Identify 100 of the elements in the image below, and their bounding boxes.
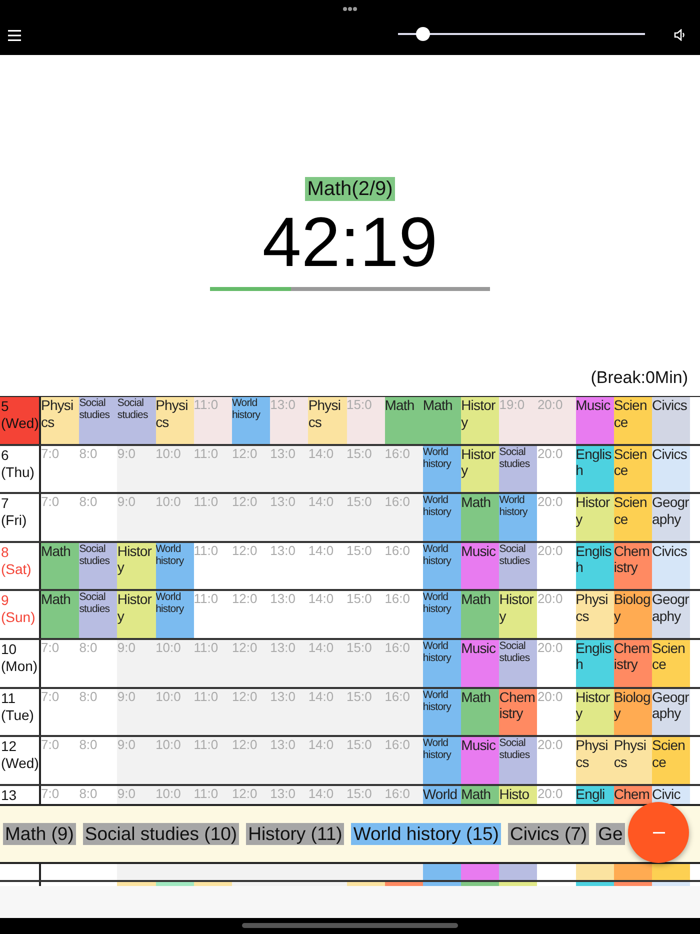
- subject-cell[interactable]: World history: [156, 542, 194, 590]
- subject-cell[interactable]: Physics: [156, 397, 194, 444]
- subject-cell[interactable]: [614, 864, 652, 880]
- subject-cell[interactable]: History: [576, 688, 614, 736]
- subject-cell[interactable]: Math: [461, 786, 500, 804]
- subject-cell[interactable]: World history: [156, 591, 194, 638]
- time-slot-cell[interactable]: 10:0: [156, 640, 194, 687]
- subject-cell[interactable]: Science: [652, 737, 690, 784]
- time-slot-cell[interactable]: 9:0: [117, 640, 156, 687]
- time-slot-cell[interactable]: 15:0: [346, 446, 385, 492]
- time-slot-cell[interactable]: 14:0: [308, 446, 346, 492]
- time-slot-cell[interactable]: 16:0: [384, 786, 423, 804]
- subject-cell[interactable]: Geography: [652, 494, 690, 541]
- subject-cell[interactable]: Chemistry: [499, 688, 538, 736]
- time-slot-cell[interactable]: 15:0: [346, 688, 385, 736]
- subject-cell[interactable]: Math: [384, 397, 423, 444]
- subject-cell[interactable]: History: [499, 591, 538, 638]
- time-slot-cell[interactable]: 12:0: [232, 688, 270, 736]
- subject-cell[interactable]: World history: [232, 397, 270, 444]
- subject-chip[interactable]: Social studies (10): [82, 823, 240, 845]
- time-slot-cell[interactable]: 10:0: [156, 688, 194, 736]
- subject-cell[interactable]: Civic: [652, 786, 690, 804]
- subject-cell[interactable]: Chemistry: [614, 542, 652, 590]
- subject-cell[interactable]: Civics: [652, 542, 690, 590]
- subject-cell[interactable]: Math: [461, 688, 500, 736]
- time-slot-cell[interactable]: 9:0: [117, 688, 156, 736]
- time-slot-cell[interactable]: 20:0: [537, 397, 576, 444]
- subject-cell[interactable]: History: [117, 591, 156, 638]
- subject-cell[interactable]: History: [117, 542, 156, 590]
- time-slot-cell[interactable]: 12:0: [232, 494, 270, 541]
- subject-cell[interactable]: Geography: [652, 688, 690, 736]
- time-slot-cell[interactable]: 16:0: [384, 688, 423, 736]
- subject-cell[interactable]: Physics: [308, 397, 346, 444]
- subject-cell[interactable]: World history: [422, 591, 462, 638]
- subject-cell[interactable]: Social studies: [499, 737, 538, 784]
- time-slot-cell[interactable]: 15:0: [346, 397, 385, 444]
- time-slot-cell[interactable]: 12:0: [232, 737, 270, 784]
- time-slot-cell[interactable]: 13:0: [270, 688, 308, 736]
- subject-cell[interactable]: World history: [422, 446, 462, 492]
- subject-cell[interactable]: English: [576, 640, 614, 687]
- time-slot-cell[interactable]: 16:0: [384, 737, 423, 784]
- time-slot-cell[interactable]: 11:0: [194, 494, 232, 541]
- subject-cell[interactable]: [422, 864, 462, 880]
- subject-chip[interactable]: Civics (7): [508, 823, 590, 845]
- time-slot-cell[interactable]: 11:0: [194, 737, 232, 784]
- subject-cell[interactable]: Math: [41, 542, 80, 590]
- subject-cell[interactable]: Physics: [576, 737, 614, 784]
- time-slot-cell[interactable]: 11:0: [194, 786, 232, 804]
- time-slot-cell[interactable]: 15:0: [346, 786, 385, 804]
- subject-cell[interactable]: Biology: [614, 688, 652, 736]
- slider-thumb[interactable]: [416, 27, 430, 41]
- time-slot-cell[interactable]: 13:0: [270, 640, 308, 687]
- subject-cell[interactable]: English: [576, 446, 614, 492]
- subject-cell[interactable]: World history: [422, 640, 462, 687]
- time-slot-cell[interactable]: 13:0: [270, 737, 308, 784]
- subject-cell[interactable]: [499, 864, 538, 880]
- subject-cell[interactable]: History: [461, 397, 500, 444]
- time-slot-cell[interactable]: 12:0: [232, 786, 270, 804]
- subject-cell[interactable]: Social studies: [117, 397, 156, 444]
- time-slot-cell[interactable]: 10:0: [156, 446, 194, 492]
- time-slot-cell[interactable]: 15:0: [346, 737, 385, 784]
- time-slot-cell[interactable]: 14:0: [308, 494, 346, 541]
- subject-cell[interactable]: Science: [652, 640, 690, 687]
- subject-cell[interactable]: Music: [461, 542, 500, 590]
- subject-cell[interactable]: Music: [576, 397, 614, 444]
- subject-cell[interactable]: Science: [614, 397, 652, 444]
- time-slot-cell[interactable]: 15:0: [346, 494, 385, 541]
- subject-cell[interactable]: Social studies: [499, 446, 538, 492]
- subject-cell[interactable]: Civics: [652, 446, 690, 492]
- time-slot-cell[interactable]: 12:0: [232, 446, 270, 492]
- time-slot-cell[interactable]: 13:0: [270, 786, 308, 804]
- speaker-icon[interactable]: [674, 29, 686, 41]
- time-slot-cell[interactable]: 11:0: [194, 397, 232, 444]
- subject-cell[interactable]: [461, 864, 500, 880]
- time-slot-cell[interactable]: 12:0: [232, 640, 270, 687]
- time-slot-cell[interactable]: 9:0: [117, 494, 156, 541]
- subject-cell[interactable]: Math: [461, 591, 500, 638]
- time-slot-cell[interactable]: 11:0: [194, 446, 232, 492]
- subject-cell[interactable]: Engli: [576, 786, 614, 804]
- subject-cell[interactable]: Math: [461, 494, 500, 541]
- time-slot-cell[interactable]: 9:0: [117, 446, 156, 492]
- subject-cell[interactable]: Math: [41, 591, 80, 638]
- time-slot-cell[interactable]: 9:0: [117, 786, 156, 804]
- subject-chip[interactable]: Math (9): [3, 823, 76, 845]
- subject-cell[interactable]: English: [576, 542, 614, 590]
- menu-icon[interactable]: [8, 30, 21, 41]
- time-slot-cell[interactable]: 16:0: [384, 494, 423, 541]
- subject-cell[interactable]: World history: [499, 494, 538, 541]
- subject-cell[interactable]: Social studies: [499, 640, 538, 687]
- subject-chip[interactable]: History (11): [246, 823, 344, 845]
- subject-cell[interactable]: [652, 864, 690, 880]
- subject-cell[interactable]: Biology: [614, 591, 652, 638]
- time-slot-cell[interactable]: 13:0: [270, 397, 308, 444]
- subject-cell[interactable]: World history: [422, 688, 462, 736]
- time-slot-cell[interactable]: 13:0: [270, 494, 308, 541]
- subject-chip[interactable]: World history (15): [351, 823, 501, 845]
- subject-cell[interactable]: Chem: [614, 786, 652, 804]
- subject-cell[interactable]: Social studies: [79, 542, 118, 590]
- subject-cell[interactable]: Math: [422, 397, 462, 444]
- subject-cell[interactable]: Civics: [652, 397, 690, 444]
